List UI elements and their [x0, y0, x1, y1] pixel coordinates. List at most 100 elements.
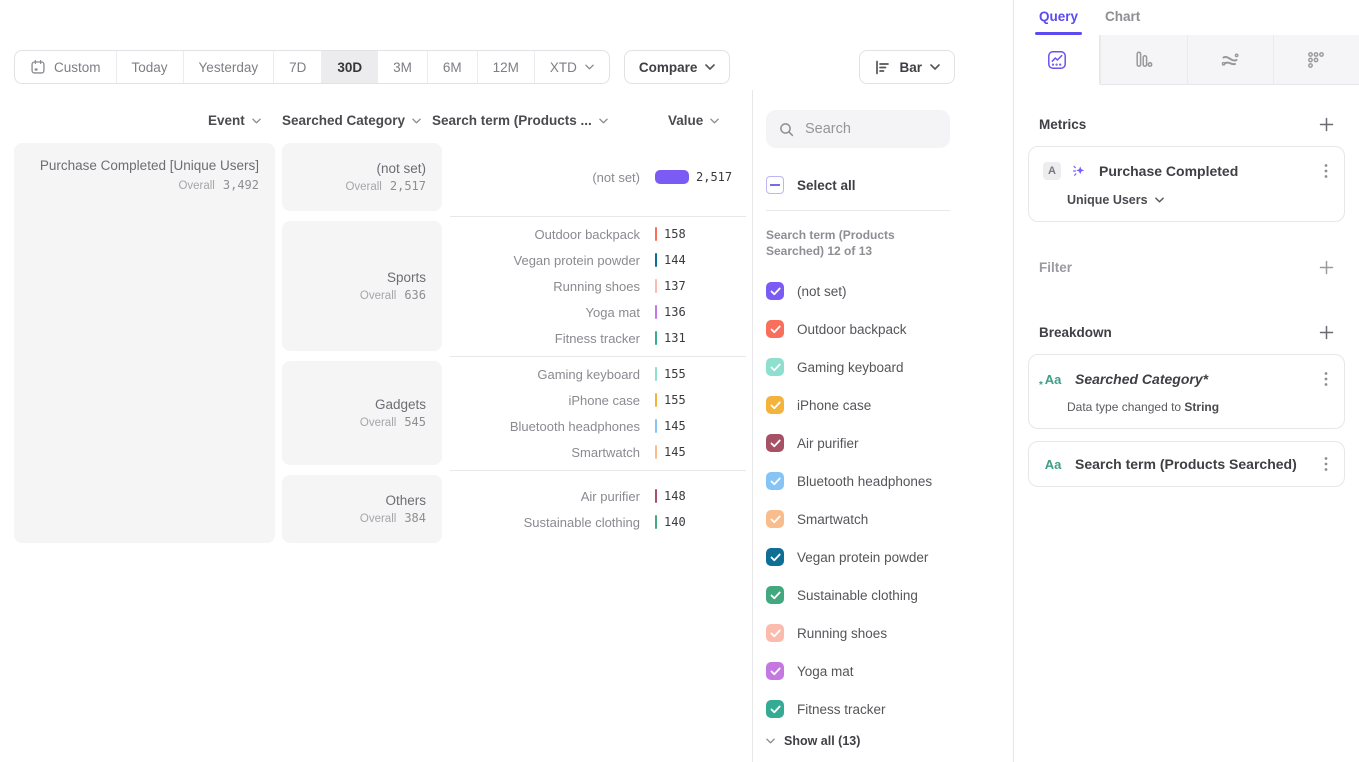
- tab-retention[interactable]: [1273, 35, 1359, 85]
- term-row[interactable]: Vegan protein powder144: [450, 247, 746, 273]
- select-all-row[interactable]: Select all: [766, 176, 1013, 194]
- event-cell[interactable]: Purchase Completed [Unique Users] Overal…: [14, 143, 275, 543]
- note-text: Data type changed to: [1067, 400, 1184, 414]
- value-bar[interactable]: [655, 393, 657, 407]
- series-checkbox[interactable]: [766, 434, 784, 452]
- term-row[interactable]: Fitness tracker131: [450, 325, 746, 351]
- tab-chart[interactable]: Chart: [1105, 9, 1140, 35]
- column-header-searched-category[interactable]: Searched Category: [282, 113, 421, 128]
- legend-item[interactable]: Running shoes: [766, 614, 1013, 652]
- term-row[interactable]: Smartwatch145: [450, 439, 746, 465]
- series-checkbox[interactable]: [766, 396, 784, 414]
- series-checkbox[interactable]: [766, 586, 784, 604]
- series-checkbox[interactable]: [766, 510, 784, 528]
- legend-item[interactable]: Outdoor backpack: [766, 310, 1013, 348]
- value-bar[interactable]: [655, 489, 657, 503]
- term-row[interactable]: Running shoes137: [450, 273, 746, 299]
- legend-item[interactable]: Bluetooth headphones: [766, 462, 1013, 500]
- tab-insights[interactable]: [1014, 35, 1100, 85]
- series-checkbox[interactable]: [766, 624, 784, 642]
- chart-type-button[interactable]: Bar: [859, 50, 955, 84]
- kebab-menu-icon[interactable]: [1322, 454, 1330, 474]
- term-row[interactable]: Sustainable clothing140: [450, 509, 746, 535]
- chevron-down-icon: [705, 64, 715, 70]
- value-bar[interactable]: [655, 419, 657, 433]
- date-range-3m[interactable]: 3M: [378, 51, 428, 83]
- date-range-yesterday[interactable]: Yesterday: [184, 51, 275, 83]
- legend-item[interactable]: Air purifier: [766, 424, 1013, 462]
- value-bar[interactable]: [655, 367, 657, 381]
- series-checkbox[interactable]: [766, 282, 784, 300]
- date-range-12m[interactable]: 12M: [478, 51, 535, 83]
- add-metric-button[interactable]: [1319, 117, 1334, 132]
- value-text: 137: [664, 279, 686, 293]
- value-bar[interactable]: [655, 331, 657, 345]
- category-cell[interactable]: GadgetsOverall545: [282, 361, 442, 465]
- legend-item[interactable]: Gaming keyboard: [766, 348, 1013, 386]
- date-range-today[interactable]: Today: [117, 51, 184, 83]
- kebab-menu-icon[interactable]: [1322, 161, 1330, 181]
- series-checkbox[interactable]: [766, 700, 784, 718]
- legend-item[interactable]: Vegan protein powder: [766, 538, 1013, 576]
- category-cell[interactable]: SportsOverall636: [282, 221, 442, 351]
- show-all-button[interactable]: Show all (13): [766, 734, 1013, 748]
- legend-context-label: Search term (Products Searched) 12 of 13: [766, 227, 938, 259]
- tab-query[interactable]: Query: [1039, 9, 1078, 35]
- category-cell[interactable]: (not set)Overall2,517: [282, 143, 442, 211]
- value-bar[interactable]: [655, 227, 657, 241]
- search-input[interactable]: [803, 120, 933, 138]
- compare-button[interactable]: Compare: [624, 50, 731, 84]
- breakdown-card-search-term[interactable]: Aa Search term (Products Searched): [1028, 441, 1345, 487]
- value-bar[interactable]: [655, 305, 657, 319]
- metric-name: Purchase Completed: [1099, 163, 1314, 179]
- legend-item[interactable]: (not set): [766, 272, 1013, 310]
- add-breakdown-button[interactable]: [1319, 325, 1334, 340]
- bar-wrap: 145: [655, 419, 686, 433]
- term-row[interactable]: Outdoor backpack158: [450, 221, 746, 247]
- date-range-custom[interactable]: Custom: [15, 51, 117, 83]
- date-range-7d[interactable]: 7D: [274, 51, 322, 83]
- series-checkbox[interactable]: [766, 662, 784, 680]
- term-row[interactable]: Bluetooth headphones145: [450, 413, 746, 439]
- overall-value: 545: [404, 415, 426, 429]
- term-row[interactable]: Yoga mat136: [450, 299, 746, 325]
- term-row[interactable]: iPhone case155: [450, 387, 746, 413]
- legend-item[interactable]: iPhone case: [766, 386, 1013, 424]
- date-range-xtd[interactable]: XTD: [535, 51, 609, 83]
- series-checkbox[interactable]: [766, 548, 784, 566]
- category-cell[interactable]: OthersOverall384: [282, 475, 442, 543]
- legend-search[interactable]: [766, 110, 950, 148]
- value-bar[interactable]: [655, 515, 657, 529]
- column-header-event[interactable]: Event: [208, 113, 261, 128]
- category-overall: Overall636: [298, 288, 426, 302]
- term-row[interactable]: Air purifier148: [450, 483, 746, 509]
- add-filter-button[interactable]: [1319, 260, 1334, 275]
- value-bar[interactable]: [655, 279, 657, 293]
- term-row[interactable]: (not set)2,517: [450, 164, 746, 190]
- indeterminate-checkbox[interactable]: [766, 176, 784, 194]
- tab-funnels[interactable]: [1100, 35, 1186, 85]
- legend-item[interactable]: Sustainable clothing: [766, 576, 1013, 614]
- term-row[interactable]: Gaming keyboard155: [450, 361, 746, 387]
- term-label: Vegan protein powder: [450, 253, 640, 268]
- value-bar[interactable]: [655, 253, 657, 267]
- metric-card[interactable]: A Purchase Completed Unique Users: [1028, 146, 1345, 222]
- date-range-30d[interactable]: 30D: [322, 51, 378, 83]
- column-header-search-term[interactable]: Search term (Products ...: [432, 113, 608, 128]
- legend-item[interactable]: Smartwatch: [766, 500, 1013, 538]
- legend-item[interactable]: Yoga mat: [766, 652, 1013, 690]
- breakdown-card-searched-category[interactable]: Aa* Searched Category* Data type changed…: [1028, 354, 1345, 429]
- series-checkbox[interactable]: [766, 358, 784, 376]
- series-checkbox[interactable]: [766, 472, 784, 490]
- legend-item-label: Smartwatch: [797, 512, 868, 527]
- value-bar[interactable]: [655, 445, 657, 459]
- date-range-6m[interactable]: 6M: [428, 51, 478, 83]
- legend-item[interactable]: Fitness tracker: [766, 690, 1013, 728]
- column-header-value[interactable]: Value: [668, 113, 719, 128]
- value-bar[interactable]: [655, 170, 689, 184]
- tab-flows[interactable]: [1187, 35, 1273, 85]
- kebab-menu-icon[interactable]: [1322, 369, 1330, 389]
- series-checkbox[interactable]: [766, 320, 784, 338]
- date-range-label: 6M: [443, 60, 462, 75]
- metric-aggregation-dropdown[interactable]: Unique Users: [1067, 193, 1330, 207]
